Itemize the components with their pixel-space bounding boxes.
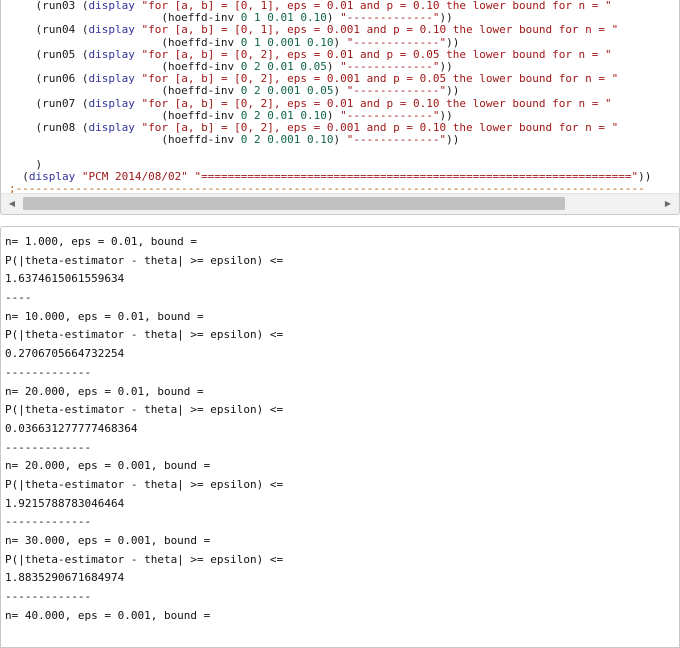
code-token: "for [a, b] = [0, 1], eps = 0.001 and p … [141, 23, 619, 37]
output-line: ------------- [5, 590, 92, 604]
code-line: (run03 (display "for [a, b] = [0, 1], ep… [9, 0, 612, 12]
code-line: (run04 (display "for [a, b] = [0, 1], ep… [9, 23, 618, 36]
code-line: (hoeffd-inv 0 2 0.001 0.05) "-----------… [9, 84, 459, 97]
code-line: (display "PCM 2014/08/02" "=============… [9, 170, 651, 183]
code-token: ) [333, 133, 347, 147]
code-token: "-------------" [346, 35, 447, 49]
code-token: "=======================================… [194, 169, 639, 183]
code-token: (run08 ( [9, 121, 89, 135]
code-token: (hoeffd-inv [9, 11, 241, 25]
output-line: n= 20.000, eps = 0.01, bound = [5, 384, 204, 398]
code-token: "for [a, b] = [0, 2], eps = 0.01 and p =… [141, 96, 612, 110]
code-token: "for [a, b] = [0, 2], eps = 0.001 and p … [141, 72, 619, 86]
code-token: "for [a, b] = [0, 2], eps = 0.01 and p =… [141, 47, 612, 61]
code-token: (hoeffd-inv [9, 35, 241, 49]
code-line: (run07 (display "for [a, b] = [0, 2], ep… [9, 96, 612, 110]
scroll-left-arrow-icon[interactable]: ◀ [3, 194, 21, 214]
code-line: ) [9, 158, 42, 171]
output-line: n= 10.000, eps = 0.01, bound = [5, 309, 204, 323]
horizontal-scrollbar[interactable]: ◀ ▶ [1, 193, 679, 214]
code-token: )) [439, 11, 453, 25]
scroll-right-arrow-icon[interactable]: ▶ [659, 194, 677, 214]
code-token: "PCM 2014/08/02" [81, 169, 188, 183]
code-token: 0 1 0.001 0.10 [240, 35, 334, 49]
code-token: "-------------" [340, 108, 440, 122]
code-token: display [88, 96, 135, 110]
code-token: )) [638, 169, 652, 183]
code-token: (run06 ( [9, 72, 89, 86]
code-token: (run04 ( [9, 23, 89, 37]
code-token: )) [446, 133, 460, 147]
code-token: "for [a, b] = [0, 1], eps = 0.01 and p =… [141, 0, 612, 12]
code-token: (run03 ( [9, 0, 89, 12]
output-line: ------------- [5, 365, 92, 379]
code-token: display [88, 72, 135, 86]
code-line: (hoeffd-inv 0 2 0.001 0.10) "-----------… [9, 133, 459, 146]
code-line: (hoeffd-inv 0 2 0.01 0.05) "------------… [9, 60, 453, 74]
output-line: P(|theta-estimator - theta| >= epsilon) … [5, 552, 284, 566]
code-token: (run07 ( [9, 96, 89, 110]
output-line: n= 1.000, eps = 0.01, bound = [5, 235, 198, 248]
output-line: P(|theta-estimator - theta| >= epsilon) … [5, 403, 284, 417]
code-token: 0 2 0.001 0.10 [240, 133, 334, 147]
code-token: display [88, 121, 135, 135]
code-token: ) [9, 157, 43, 171]
code-token: "-------------" [346, 84, 447, 98]
code-line: (hoeffd-inv 0 2 0.01 0.10) "------------… [9, 108, 453, 122]
code-token: 0 2 0.01 0.10 [240, 108, 327, 122]
code-token: display [88, 47, 135, 61]
output-line: 1.8835290671684974 [5, 571, 125, 585]
code-token: 0 1 0.01 0.10 [240, 11, 327, 25]
code-token: (hoeffd-inv [9, 133, 241, 147]
code-line: (run05 (display "for [a, b] = [0, 2], ep… [9, 47, 612, 61]
output-line: 0.036631277777468364 [5, 421, 138, 435]
output-line: 0.2706705664732254 [5, 347, 125, 361]
output-line: P(|theta-estimator - theta| >= epsilon) … [5, 477, 284, 491]
output-console-panel: n= 1.000, eps = 0.01, bound = P(|theta-es… [0, 226, 680, 648]
code-token: "-------------" [346, 133, 447, 147]
code-token: (hoeffd-inv [9, 60, 241, 74]
output-text: n= 1.000, eps = 0.01, bound = P(|theta-es… [5, 233, 283, 625]
code-token: )) [439, 60, 453, 74]
code-token: (hoeffd-inv [9, 84, 241, 98]
output-line: n= 20.000, eps = 0.001, bound = [5, 459, 211, 473]
code-token: ) [333, 35, 347, 49]
code-token: "for [a, b] = [0, 2], eps = 0.001 and p … [141, 121, 619, 135]
code-token: "-------------" [340, 60, 440, 74]
code-token: display [28, 169, 76, 183]
scrollbar-thumb[interactable] [23, 197, 565, 210]
code-token: "-------------" [340, 11, 440, 25]
code-token: ) [326, 11, 341, 25]
code-token: (run05 ( [9, 47, 89, 61]
code-token: 0 2 0.01 0.05 [240, 60, 327, 74]
code-token: )) [446, 35, 460, 49]
code-editor-panel[interactable]: (run03 (display "for [a, b] = [0, 1], ep… [0, 0, 680, 215]
output-line: n= 30.000, eps = 0.001, bound = [5, 534, 211, 547]
code-token: ) [326, 108, 341, 122]
output-line: ------------- [5, 515, 92, 529]
output-line: 1.6374615061559634 [5, 272, 125, 286]
output-line: ------------- [5, 440, 92, 454]
code-token: display [88, 0, 135, 12]
output-line: P(|theta-estimator - theta| >= epsilon) … [5, 328, 284, 342]
code-token: ( [9, 169, 29, 183]
code-line: (hoeffd-inv 0 1 0.001 0.10) "-----------… [9, 36, 459, 49]
code-line: (hoeffd-inv 0 1 0.01 0.10) "------------… [9, 11, 453, 25]
output-line: P(|theta-estimator - theta| >= epsilon) … [5, 253, 284, 267]
code-token: )) [439, 108, 453, 122]
code-token: display [88, 23, 135, 37]
code-line: (run06 (display "for [a, b] = [0, 2], ep… [9, 72, 618, 85]
output-line: n= 40.000, eps = 0.001, bound = [5, 608, 211, 622]
code-token: )) [446, 84, 460, 98]
code-token: (hoeffd-inv [9, 108, 241, 122]
code-text[interactable]: (run03 (display "for [a, b] = [0, 1], ep… [9, 0, 651, 195]
code-token: 0 2 0.001 0.05 [240, 84, 334, 98]
code-token: ) [326, 60, 341, 74]
output-line: ---- [5, 291, 32, 305]
output-line: 1.9215788783046464 [5, 496, 125, 510]
code-token: ) [333, 84, 347, 98]
code-line: (run08 (display "for [a, b] = [0, 2], ep… [9, 121, 618, 134]
